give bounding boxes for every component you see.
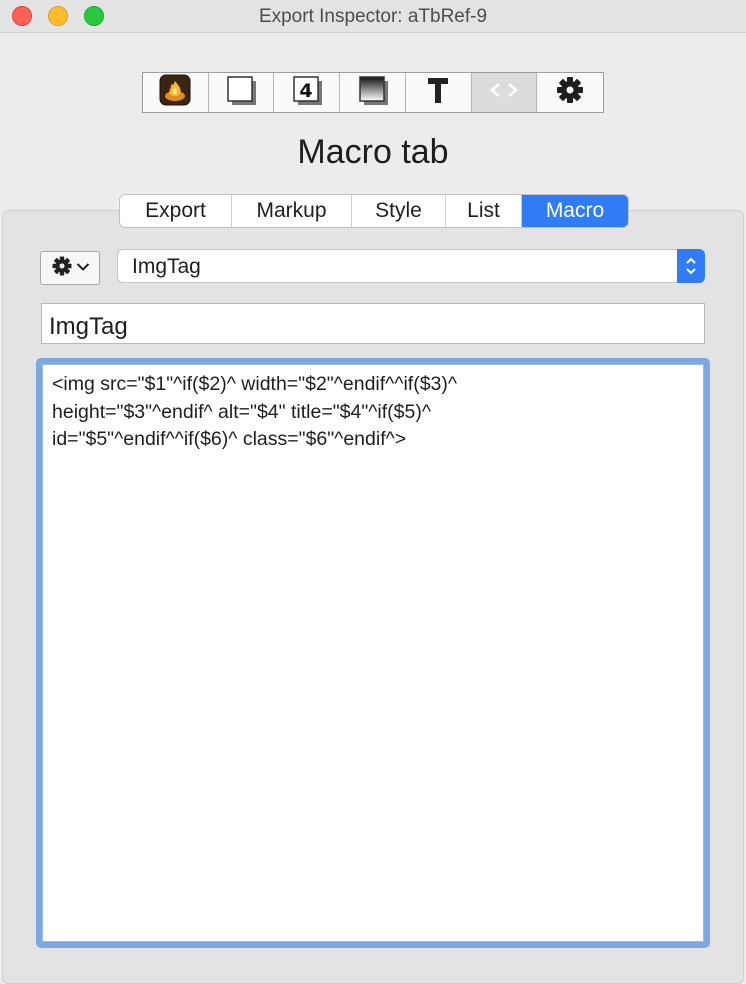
gradient-page-icon <box>356 74 390 111</box>
macro-select-value: ImgTag <box>132 255 201 278</box>
page-icon <box>224 74 258 111</box>
text-t-icon <box>425 75 451 110</box>
toolbar-button-settings[interactable] <box>537 73 603 112</box>
toolbar-button-badge[interactable]: 4 <box>274 73 341 112</box>
macro-code-text-area[interactable]: <img src="$1"^if($2)^ width="$2"^endif^^… <box>42 364 704 942</box>
chevron-down-icon <box>76 259 90 277</box>
toolbar-button-export[interactable] <box>471 73 538 112</box>
flame-icon <box>159 74 191 111</box>
window-title: Export Inspector: aTbRef-9 <box>258 6 488 27</box>
macro-select[interactable]: ImgTag <box>117 249 705 283</box>
tab-list[interactable]: List <box>446 195 522 227</box>
badge-4-icon: 4 <box>290 74 324 111</box>
macro-code-text[interactable]: <img src="$1"^if($2)^ width="$2"^endif^^… <box>43 365 703 454</box>
inspector-toolbar: 4 <box>142 72 604 113</box>
tab-macro[interactable]: Macro <box>522 195 628 227</box>
macro-code-editor[interactable]: <img src="$1"^if($2)^ width="$2"^endif^^… <box>36 358 710 948</box>
toolbar-button-text[interactable] <box>406 73 472 112</box>
page-title: Macro tab <box>297 133 449 171</box>
toolbar-button-properties[interactable] <box>143 73 209 112</box>
toolbar-button-appearance[interactable] <box>340 73 406 112</box>
gear-icon <box>555 75 585 110</box>
svg-text:4: 4 <box>299 80 312 102</box>
macro-actions-menu[interactable] <box>40 251 100 285</box>
title-bar: Export Inspector: aTbRef-9 <box>0 0 746 33</box>
code-brackets-icon <box>488 80 520 105</box>
tab-export[interactable]: Export <box>120 195 232 227</box>
tab-style[interactable]: Style <box>352 195 446 227</box>
macro-name-field[interactable]: ImgTag <box>41 303 705 344</box>
gear-icon <box>51 255 73 282</box>
tab-markup[interactable]: Markup <box>232 195 352 227</box>
export-tabs: Export Markup Style List Macro <box>119 194 629 228</box>
toolbar-button-page[interactable] <box>209 73 275 112</box>
up-down-arrows-icon <box>677 249 705 283</box>
